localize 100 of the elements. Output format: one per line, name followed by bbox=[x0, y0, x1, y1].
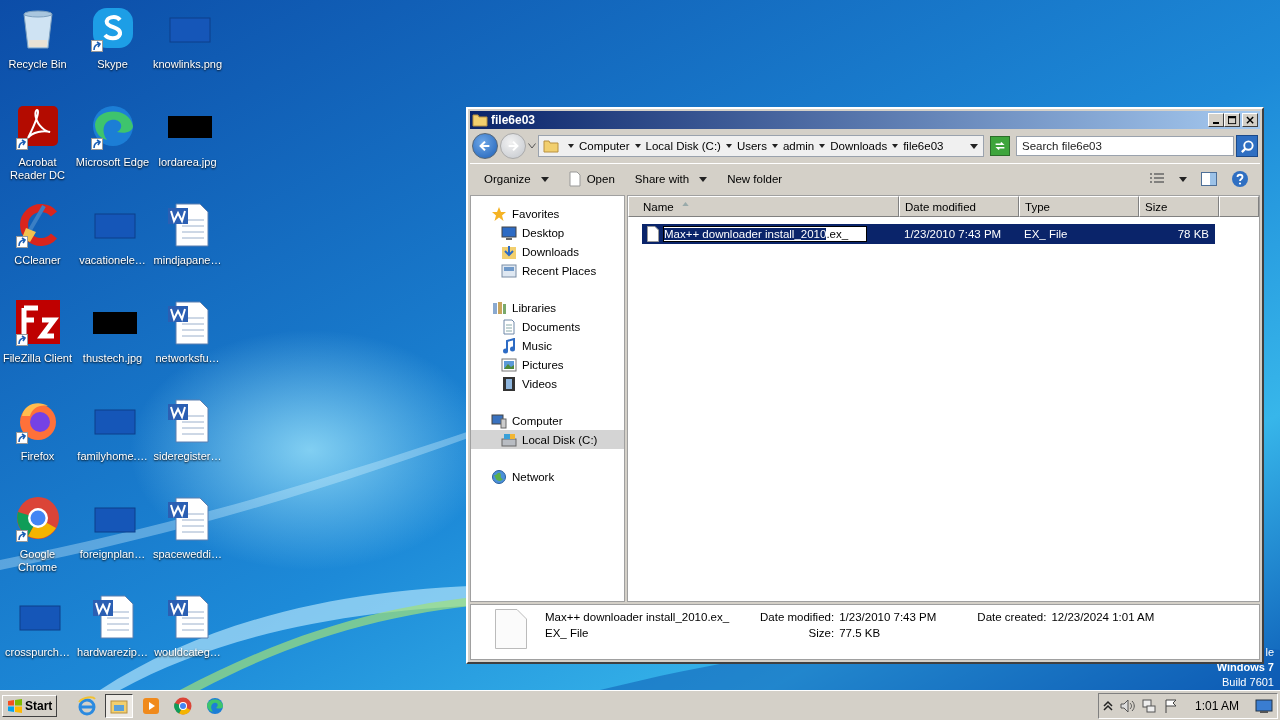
minimize-button[interactable] bbox=[1208, 113, 1224, 127]
address-bar[interactable]: Computer Local Disk (C:) Users admin Downloads file6e03 bbox=[538, 135, 984, 157]
nav-item[interactable]: Local Disk (C:) bbox=[471, 430, 624, 449]
table-cell: 78 KB bbox=[1177, 228, 1209, 240]
nav-item[interactable]: Libraries bbox=[471, 298, 624, 317]
nav-item[interactable]: Downloads bbox=[471, 242, 624, 261]
caret-icon[interactable] bbox=[568, 144, 574, 148]
os-version-text: Build 7601 bbox=[1222, 675, 1274, 690]
nav-item[interactable]: Videos bbox=[471, 374, 624, 393]
column-header[interactable]: Date modified bbox=[899, 196, 1019, 217]
toolbar-button[interactable]: Share with bbox=[626, 171, 716, 187]
folder-icon bbox=[472, 112, 488, 128]
breadcrumb[interactable]: file6e03 bbox=[903, 140, 944, 152]
os-version-text: le bbox=[1265, 645, 1274, 660]
caret-icon[interactable] bbox=[634, 144, 641, 148]
nav-item[interactable]: Pictures bbox=[471, 355, 624, 374]
icon-label: knowlinks.png bbox=[152, 58, 223, 71]
start-button[interactable]: Start bbox=[2, 694, 58, 717]
caret-icon[interactable] bbox=[771, 144, 778, 148]
file-row[interactable]: Max++ downloader install_2010.ex_ 1/23/2010 7:43 PM EX_ File 78 KB bbox=[642, 224, 1215, 244]
edge-icon bbox=[205, 695, 226, 716]
dropdown-caret-icon[interactable] bbox=[970, 143, 978, 149]
help-icon bbox=[1231, 170, 1249, 188]
toolbar-button[interactable]: New folder bbox=[719, 171, 791, 187]
file-icon bbox=[568, 171, 581, 187]
music-note-icon bbox=[501, 337, 517, 354]
back-button[interactable] bbox=[472, 133, 498, 159]
nav-item[interactable]: Favorites bbox=[471, 204, 624, 223]
icon-label: FileZilla Client bbox=[2, 352, 73, 365]
caret-icon[interactable] bbox=[725, 144, 732, 148]
breadcrumb[interactable]: Computer bbox=[579, 140, 630, 152]
minimize-icon bbox=[1213, 121, 1219, 124]
file-type: EX_ File bbox=[545, 627, 590, 639]
icon-label: spaceweddi… bbox=[152, 548, 223, 561]
computer-icon bbox=[491, 412, 507, 429]
nav-item[interactable]: Computer bbox=[471, 411, 624, 430]
nav-item[interactable]: Music bbox=[471, 336, 624, 355]
icon-label: Skype bbox=[97, 58, 128, 71]
toolbar-button[interactable]: Open bbox=[560, 169, 623, 189]
icon-label: Firefox bbox=[20, 450, 55, 463]
taskbar-button[interactable] bbox=[105, 693, 134, 718]
caret-icon bbox=[540, 176, 549, 182]
search-field[interactable]: Search file6e03 bbox=[1016, 136, 1234, 156]
icon-label: Recycle Bin bbox=[8, 58, 67, 71]
column-header[interactable]: Size bbox=[1139, 196, 1219, 217]
toolbar-button[interactable]: Organize bbox=[476, 171, 557, 187]
nav-item[interactable]: Desktop bbox=[471, 223, 624, 242]
folder-icon bbox=[543, 138, 559, 154]
refresh-button[interactable] bbox=[990, 136, 1010, 156]
file-name: Max++ downloader install_2010.ex_ bbox=[545, 611, 731, 623]
icon-label: familyhome.… bbox=[77, 450, 148, 463]
show-desktop-icon[interactable] bbox=[1255, 697, 1273, 714]
rename-field[interactable]: Max++ downloader install_2010.ex_ bbox=[663, 226, 867, 242]
list-view-icon bbox=[1149, 172, 1165, 186]
field-label: Date modified: bbox=[760, 611, 835, 623]
caret-icon[interactable] bbox=[892, 144, 899, 148]
maximize-icon bbox=[1227, 115, 1237, 125]
caret-icon bbox=[699, 176, 708, 182]
media-player-icon bbox=[141, 695, 162, 716]
ie-icon bbox=[77, 695, 98, 716]
icon-label: thustech.jpg bbox=[82, 352, 143, 365]
column-header[interactable]: Type bbox=[1019, 196, 1139, 217]
clock[interactable]: 1:01 AM bbox=[1194, 698, 1239, 713]
network-icon[interactable] bbox=[1140, 697, 1157, 714]
breadcrumb[interactable]: Downloads bbox=[830, 140, 888, 152]
preview-pane-icon bbox=[1201, 171, 1217, 187]
nav-item[interactable]: Network bbox=[471, 467, 624, 486]
picture-icon bbox=[501, 356, 517, 373]
nav-item[interactable]: Recent Places bbox=[471, 261, 624, 280]
nav-item[interactable]: Documents bbox=[471, 317, 624, 336]
caret-icon[interactable] bbox=[819, 144, 826, 148]
os-version-text: Windows 7 bbox=[1216, 660, 1274, 675]
icon-label: networksfu… bbox=[155, 352, 220, 365]
field-value: 77.5 KB bbox=[839, 627, 882, 639]
breadcrumb[interactable]: admin bbox=[782, 140, 815, 152]
speaker-icon[interactable] bbox=[1118, 697, 1135, 714]
close-button[interactable] bbox=[1242, 113, 1258, 127]
icon-label: foreignplan… bbox=[79, 548, 146, 561]
breadcrumb[interactable]: Local Disk (C:) bbox=[645, 140, 721, 152]
icon-label: crosspurch… bbox=[5, 646, 70, 659]
chevron-up-icon[interactable] bbox=[1102, 699, 1113, 712]
field-label: Date created: bbox=[977, 611, 1047, 623]
icon-label: mindjapane… bbox=[153, 254, 222, 267]
forward-arrow-icon bbox=[506, 139, 520, 153]
icon-label: Google Chrome bbox=[16, 548, 59, 574]
flag-icon[interactable] bbox=[1162, 697, 1179, 714]
column-header[interactable]: Name bbox=[628, 196, 899, 217]
star-icon bbox=[491, 205, 507, 222]
window-title: file6e03 bbox=[491, 113, 536, 127]
chrome-icon bbox=[173, 695, 194, 716]
column-header[interactable] bbox=[1219, 196, 1259, 217]
icon-label: vacationele… bbox=[79, 254, 146, 267]
breadcrumb[interactable]: Users bbox=[736, 140, 767, 152]
icon-label: hardwarezip… bbox=[77, 646, 148, 659]
icon-label: sideregister… bbox=[153, 450, 222, 463]
maximize-button[interactable] bbox=[1224, 113, 1240, 127]
monitor-icon bbox=[501, 224, 517, 241]
table-cell: EX_ File bbox=[1024, 228, 1068, 240]
icon-label: CCleaner bbox=[14, 254, 61, 267]
search-button[interactable] bbox=[1236, 135, 1258, 157]
